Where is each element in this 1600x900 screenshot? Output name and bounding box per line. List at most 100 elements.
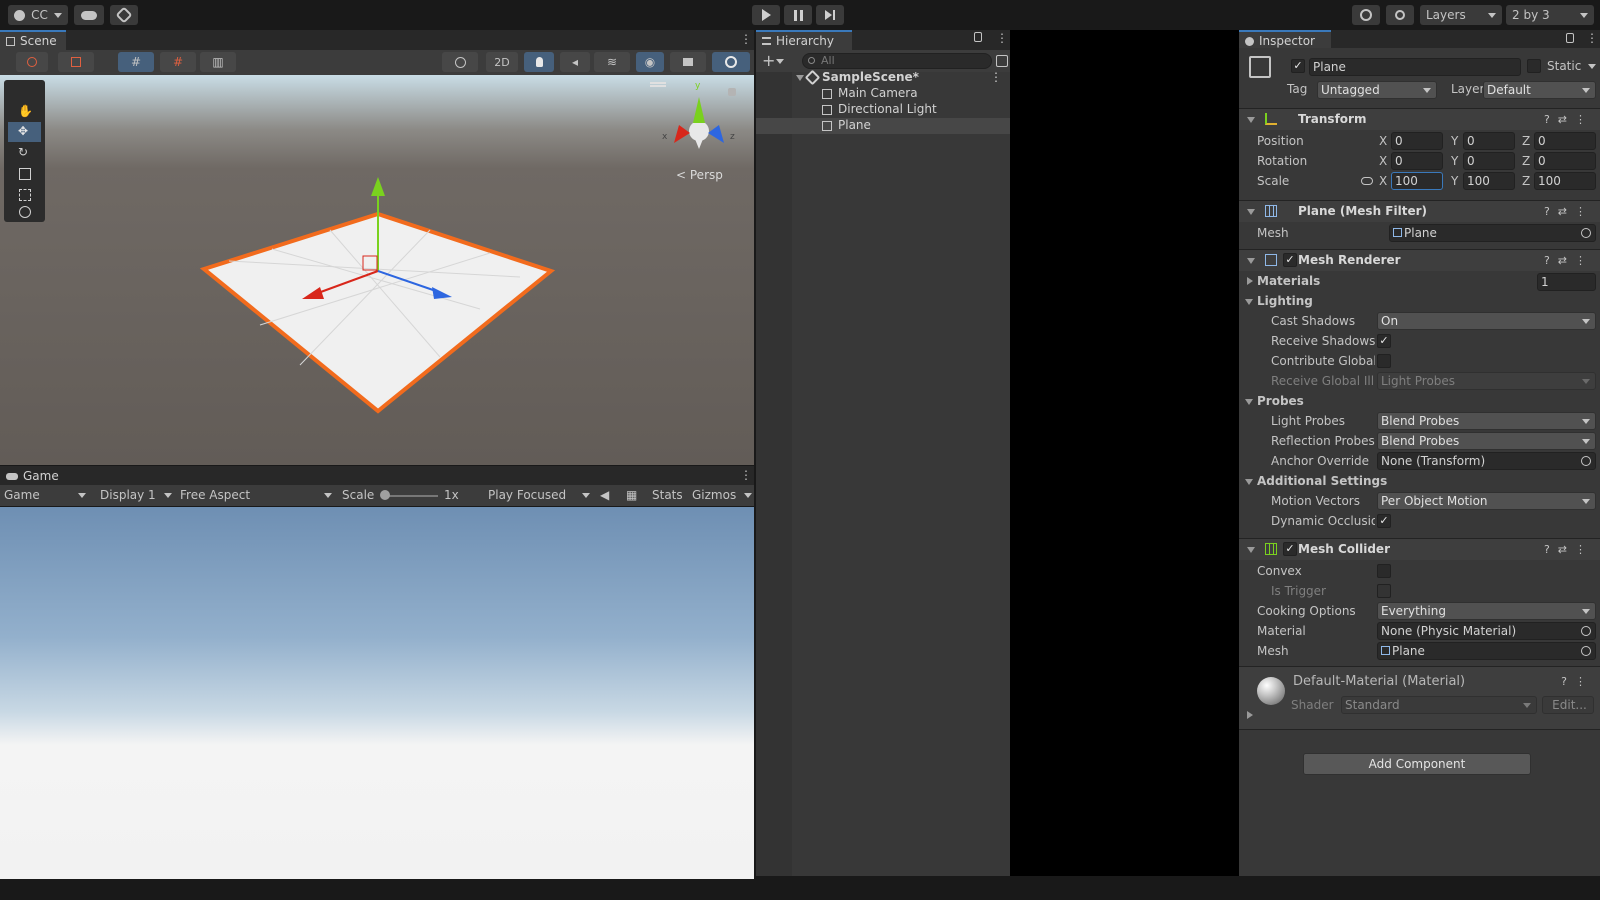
inspector-menu-icon[interactable]: ⋮ bbox=[1586, 31, 1598, 45]
play-focused-dropdown[interactable]: Play Focused bbox=[488, 488, 592, 504]
stats-button[interactable]: Stats bbox=[652, 488, 683, 502]
persp-toggle[interactable]: < Persp bbox=[676, 168, 723, 182]
mesh-object-field[interactable]: Plane bbox=[1389, 224, 1596, 242]
component-header-icons[interactable]: ?⇄⋮ bbox=[1544, 254, 1594, 267]
collab-button[interactable] bbox=[110, 5, 138, 25]
y-arrow-icon[interactable] bbox=[371, 177, 385, 196]
scale-z-field[interactable]: 100 bbox=[1534, 172, 1596, 190]
play-button[interactable] bbox=[752, 5, 780, 25]
search-button[interactable] bbox=[1386, 5, 1414, 25]
light-probes-dropdown[interactable]: Blend Probes bbox=[1377, 412, 1596, 430]
search-options-icon[interactable] bbox=[996, 55, 1008, 67]
tab-scene[interactable]: Scene bbox=[0, 30, 66, 50]
pause-button[interactable] bbox=[784, 5, 812, 25]
scene-viewport[interactable]: x z y < Persp bbox=[0, 75, 754, 465]
cooking-options-dropdown[interactable]: Everything bbox=[1377, 602, 1596, 620]
vsync-button[interactable]: ▦ bbox=[626, 488, 644, 504]
scale-x-field[interactable]: 100 bbox=[1391, 172, 1443, 190]
motion-vectors-dropdown[interactable]: Per Object Motion bbox=[1377, 492, 1596, 510]
cast-shadows-dropdown[interactable]: On bbox=[1377, 312, 1596, 330]
mute-audio-button[interactable]: ◀ bbox=[600, 488, 618, 504]
rect-tool-button[interactable] bbox=[8, 185, 41, 205]
component-header-icons[interactable]: ?⇄⋮ bbox=[1544, 113, 1594, 126]
scale-tool-button[interactable] bbox=[8, 164, 41, 184]
object-picker-icon[interactable] bbox=[1581, 456, 1591, 466]
hierarchy-item-main-camera[interactable]: Main Camera bbox=[792, 86, 1010, 102]
additional-settings-label[interactable]: Additional Settings bbox=[1257, 474, 1387, 488]
object-picker-icon[interactable] bbox=[1581, 626, 1591, 636]
grid-visibility-button[interactable]: # bbox=[160, 52, 196, 72]
reflection-probes-dropdown[interactable]: Blend Probes bbox=[1377, 432, 1596, 450]
materials-count-field[interactable]: 1 bbox=[1537, 273, 1596, 291]
fold-closed-icon[interactable] bbox=[1247, 277, 1253, 285]
hierarchy-scene-row[interactable]: SampleScene* ⋮ bbox=[792, 69, 1010, 86]
tab-hierarchy[interactable]: Hierarchy bbox=[756, 30, 852, 50]
position-x-field[interactable]: 0 bbox=[1391, 132, 1443, 150]
draw-mode-dropdown[interactable] bbox=[16, 52, 48, 72]
aspect-dropdown[interactable]: Free Aspect bbox=[180, 488, 334, 504]
transform-tool-button[interactable] bbox=[8, 204, 41, 222]
materials-label[interactable]: Materials bbox=[1257, 274, 1320, 288]
rotation-y-field[interactable]: 0 bbox=[1463, 152, 1515, 170]
layers-dropdown[interactable]: Layers bbox=[1420, 5, 1502, 25]
rotation-x-field[interactable]: 0 bbox=[1391, 152, 1443, 170]
dynamic-occlusion-checkbox[interactable]: ✓ bbox=[1377, 514, 1391, 528]
mesh-collider-enabled-checkbox[interactable]: ✓ bbox=[1283, 542, 1297, 556]
mesh-filter-header[interactable]: Plane (Mesh Filter) ?⇄⋮ bbox=[1239, 200, 1600, 222]
add-component-button[interactable]: Add Component bbox=[1303, 753, 1531, 775]
lock-icon[interactable] bbox=[1566, 33, 1574, 43]
material-header-icons[interactable]: ?⋮ bbox=[1561, 675, 1594, 688]
scale-slider-thumb[interactable] bbox=[380, 490, 390, 500]
component-header-icons[interactable]: ?⇄⋮ bbox=[1544, 543, 1594, 556]
convex-checkbox[interactable] bbox=[1377, 564, 1391, 578]
active-checkbox[interactable]: ✓ bbox=[1291, 59, 1305, 73]
grid-snap-button[interactable]: # bbox=[118, 52, 154, 72]
position-z-field[interactable]: 0 bbox=[1534, 132, 1596, 150]
tab-inspector[interactable]: Inspector bbox=[1239, 30, 1331, 50]
undo-history-button[interactable] bbox=[1352, 5, 1380, 25]
hidden-objects-toggle[interactable]: ◉ bbox=[636, 52, 664, 72]
scene-menu-icon[interactable]: ⋮ bbox=[990, 70, 1002, 84]
rotate-tool-button[interactable]: ↻ bbox=[8, 143, 41, 163]
shading-dropdown[interactable] bbox=[58, 52, 94, 72]
mesh-renderer-header[interactable]: ✓ Mesh Renderer ?⇄⋮ bbox=[1239, 249, 1600, 271]
audio-toggle[interactable]: ◂ bbox=[560, 52, 590, 72]
hierarchy-item-plane[interactable]: Plane bbox=[756, 118, 1010, 134]
hierarchy-item-directional-light[interactable]: Directional Light bbox=[792, 102, 1010, 118]
collider-mesh-field[interactable]: Plane bbox=[1377, 642, 1596, 660]
add-object-button[interactable]: + bbox=[762, 51, 775, 70]
scene-menu-icon[interactable]: ⋮ bbox=[740, 32, 752, 46]
camera-gizmo-dropdown[interactable] bbox=[442, 52, 478, 72]
fold-open-icon[interactable] bbox=[1245, 399, 1253, 405]
cloud-button[interactable] bbox=[74, 5, 104, 25]
effects-dropdown[interactable]: ≋ bbox=[594, 52, 630, 72]
chevron-down-icon[interactable] bbox=[1588, 64, 1596, 69]
shader-edit-button[interactable]: Edit... bbox=[1542, 696, 1594, 714]
scale-slider[interactable] bbox=[384, 495, 438, 497]
mesh-collider-header[interactable]: ✓ Mesh Collider ?⇄⋮ bbox=[1239, 538, 1600, 560]
constrain-proportions-icon[interactable] bbox=[1361, 177, 1373, 185]
tag-dropdown[interactable]: Untagged bbox=[1317, 81, 1437, 99]
lighting-toggle[interactable] bbox=[524, 52, 554, 72]
mesh-renderer-enabled-checkbox[interactable]: ✓ bbox=[1283, 253, 1297, 267]
scale-y-field[interactable]: 100 bbox=[1463, 172, 1515, 190]
layout-dropdown[interactable]: 2 by 3 bbox=[1506, 5, 1594, 25]
fold-closed-icon[interactable] bbox=[1247, 711, 1253, 719]
receive-shadows-checkbox[interactable]: ✓ bbox=[1377, 334, 1391, 348]
fold-open-icon[interactable] bbox=[1245, 299, 1253, 305]
tab-game[interactable]: Game bbox=[0, 466, 62, 486]
anchor-override-field[interactable]: None (Transform) bbox=[1377, 452, 1596, 470]
gizmos-dropdown[interactable] bbox=[712, 52, 750, 72]
object-name-input[interactable]: Plane bbox=[1309, 58, 1521, 76]
lighting-label[interactable]: Lighting bbox=[1257, 294, 1313, 308]
gizmos-toggle[interactable]: Gizmos bbox=[692, 488, 754, 504]
layer-dropdown[interactable]: Default bbox=[1483, 81, 1596, 99]
fold-open-icon[interactable] bbox=[1245, 479, 1253, 485]
game-viewport[interactable] bbox=[0, 507, 754, 879]
transform-header[interactable]: Transform ?⇄⋮ bbox=[1239, 108, 1600, 130]
position-y-field[interactable]: 0 bbox=[1463, 132, 1515, 150]
hierarchy-menu-icon[interactable]: ⋮ bbox=[996, 31, 1008, 45]
overlay-menu-icon[interactable] bbox=[650, 82, 666, 84]
rotation-z-field[interactable]: 0 bbox=[1534, 152, 1596, 170]
hand-tool-button[interactable]: ✋ bbox=[8, 101, 41, 121]
